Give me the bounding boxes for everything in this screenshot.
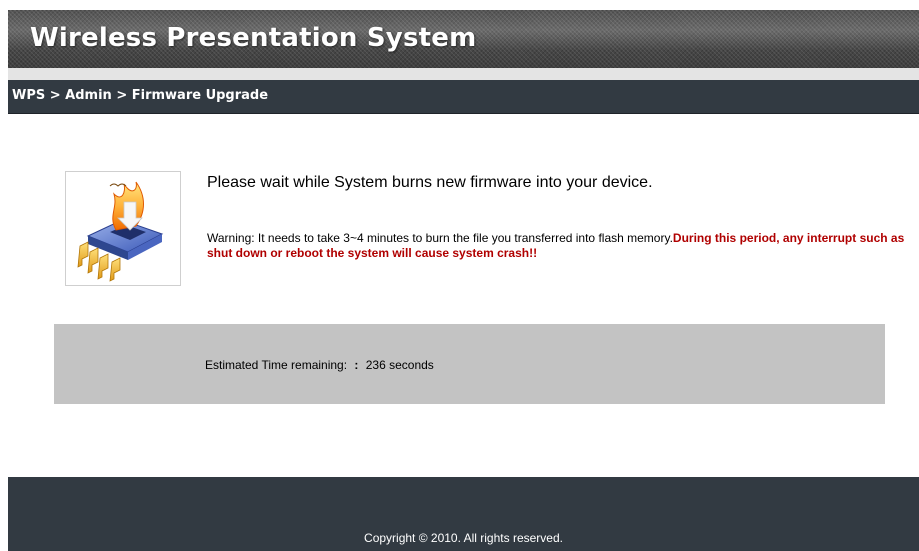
header-banner: Wireless Presentation System (8, 10, 919, 68)
warning-text: Warning: It needs to take 3~4 minutes to… (207, 231, 673, 245)
main-content: Please wait while System burns new firmw… (8, 114, 919, 477)
app-title: Wireless Presentation System (30, 23, 477, 53)
page-heading: Please wait while System burns new firmw… (207, 174, 653, 191)
firmware-chip-icon (65, 171, 181, 286)
footer: Copyright © 2010. All rights reserved. (8, 477, 919, 551)
estimated-time-label: Estimated Time remaining: (205, 358, 348, 372)
page: Wireless Presentation System WPS > Admin… (8, 0, 919, 551)
top-strip (8, 0, 919, 10)
status-panel: Estimated Time remaining: : 236 seconds (54, 324, 885, 404)
breadcrumb-text: WPS > Admin > Firmware Upgrade (12, 88, 269, 103)
header-divider (8, 68, 919, 80)
estimated-time-separator: : (354, 358, 359, 372)
breadcrumb: WPS > Admin > Firmware Upgrade (8, 80, 919, 114)
copyright-text: Copyright © 2010. All rights reserved. (364, 531, 563, 545)
warning-message: Warning: It needs to take 3~4 minutes to… (207, 231, 912, 261)
estimated-time: Estimated Time remaining: : 236 seconds (205, 358, 434, 372)
estimated-time-value: 236 seconds (365, 358, 434, 372)
